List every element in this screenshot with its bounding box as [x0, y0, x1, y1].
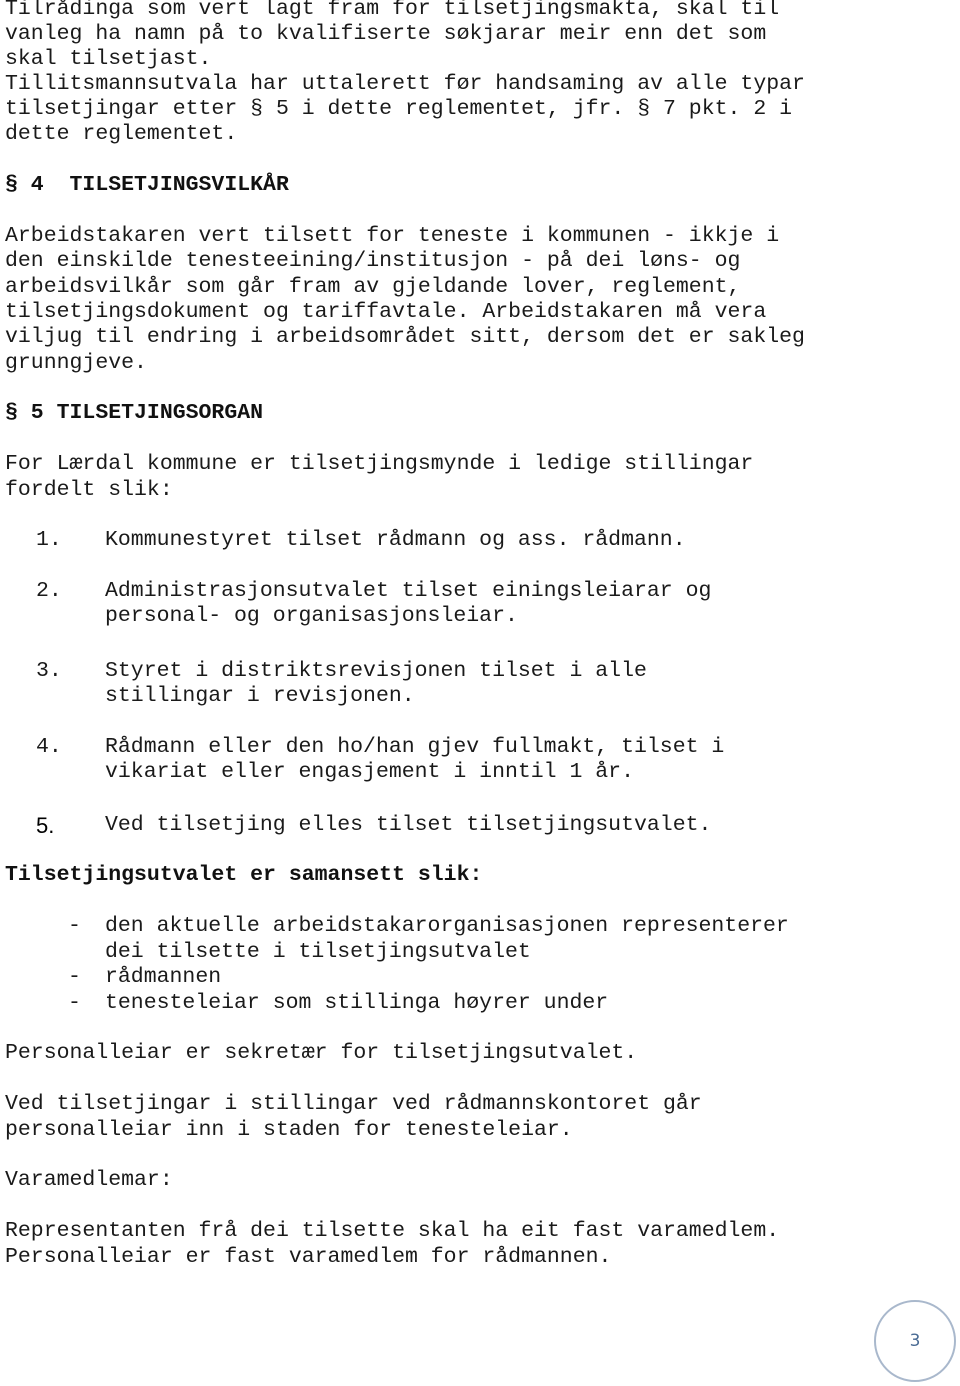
intro-line: Tilrådinga som vert lagt fram for tilset…: [5, 0, 780, 21]
deputies-line: Representanten frå dei tilsette skal ha …: [5, 1219, 780, 1243]
committee-heading: Tilsetjingsutvalet er samansett slik:: [5, 863, 483, 887]
list-text: Rådmann eller den ho/han gjev fullmakt, …: [105, 735, 725, 759]
deputies-line: Personalleiar er fast varamedlem for råd…: [5, 1245, 612, 1269]
member-text: den aktuelle arbeidstakarorganisasjonen …: [105, 914, 789, 938]
dash-bullet: -: [68, 991, 81, 1015]
office-note-line: personalleiar inn i staden for tenestele…: [5, 1118, 573, 1142]
secretary-note: Personalleiar er sekretær for tilsetjing…: [5, 1041, 638, 1065]
dash-bullet: -: [68, 914, 81, 938]
page-number-badge: 3: [874, 1300, 956, 1382]
section-4-line: arbeidsvilkår som går fram av gjeldande …: [5, 275, 741, 299]
list-text: Ved tilsetjing elles tilset tilsetjingsu…: [105, 813, 712, 837]
member-text: dei tilsette i tilsetjingsutvalet: [105, 940, 531, 964]
section-5-intro-line: fordelt slik:: [5, 478, 173, 502]
intro-line: dette reglementet.: [5, 122, 238, 146]
section-5-intro-line: For Lærdal kommune er tilsetjingsmynde i…: [5, 452, 754, 476]
section-4-line: Arbeidstakaren vert tilsett for teneste …: [5, 224, 780, 248]
office-note-line: Ved tilsetjingar i stillingar ved rådman…: [5, 1092, 702, 1116]
list-number: 2.: [36, 579, 62, 603]
list-text: personal- og organisasjonsleiar.: [105, 604, 518, 628]
section-4-heading: § 4 TILSETJINGSVILKÅR: [5, 173, 289, 197]
intro-line: Tillitsmannsutvala har uttalerett før ha…: [5, 72, 805, 96]
list-text: vikariat eller engasjement i inntil 1 år…: [105, 760, 634, 784]
list-text: Administrasjonsutvalet tilset einingslei…: [105, 579, 712, 603]
deputies-label: Varamedlemar:: [5, 1168, 173, 1192]
section-4-line: tilsetjingsdokument og tariffavtale. Arb…: [5, 300, 767, 324]
list-number: 4.: [36, 735, 62, 759]
list-text: Styret i distriktsrevisjonen tilset i al…: [105, 659, 647, 683]
list-text: stillingar i revisjonen.: [105, 684, 415, 708]
intro-line: vanleg ha namn på to kvalifiserte søkjar…: [5, 22, 767, 46]
list-text: Kommunestyret tilset rådmann og ass. råd…: [105, 528, 686, 552]
member-text: rådmannen: [105, 965, 222, 989]
dash-bullet: -: [68, 965, 81, 989]
member-text: tenesteleiar som stillinga høyrer under: [105, 991, 609, 1015]
list-number: 1.: [36, 528, 62, 552]
intro-line: tilsetjingar etter § 5 i dette reglement…: [5, 97, 793, 121]
page-number: 3: [909, 1331, 921, 1351]
intro-line: skal tilsetjast.: [5, 47, 212, 71]
list-number: 3.: [36, 659, 62, 683]
list-number: 5.: [36, 813, 55, 838]
section-4-line: viljug til endring i arbeidsområdet sitt…: [5, 325, 805, 349]
section-4-line: den einskilde tenesteeining/institusjon …: [5, 249, 741, 273]
section-5-heading: § 5 TILSETJINGSORGAN: [5, 401, 264, 425]
section-4-line: grunngjeve.: [5, 351, 147, 375]
